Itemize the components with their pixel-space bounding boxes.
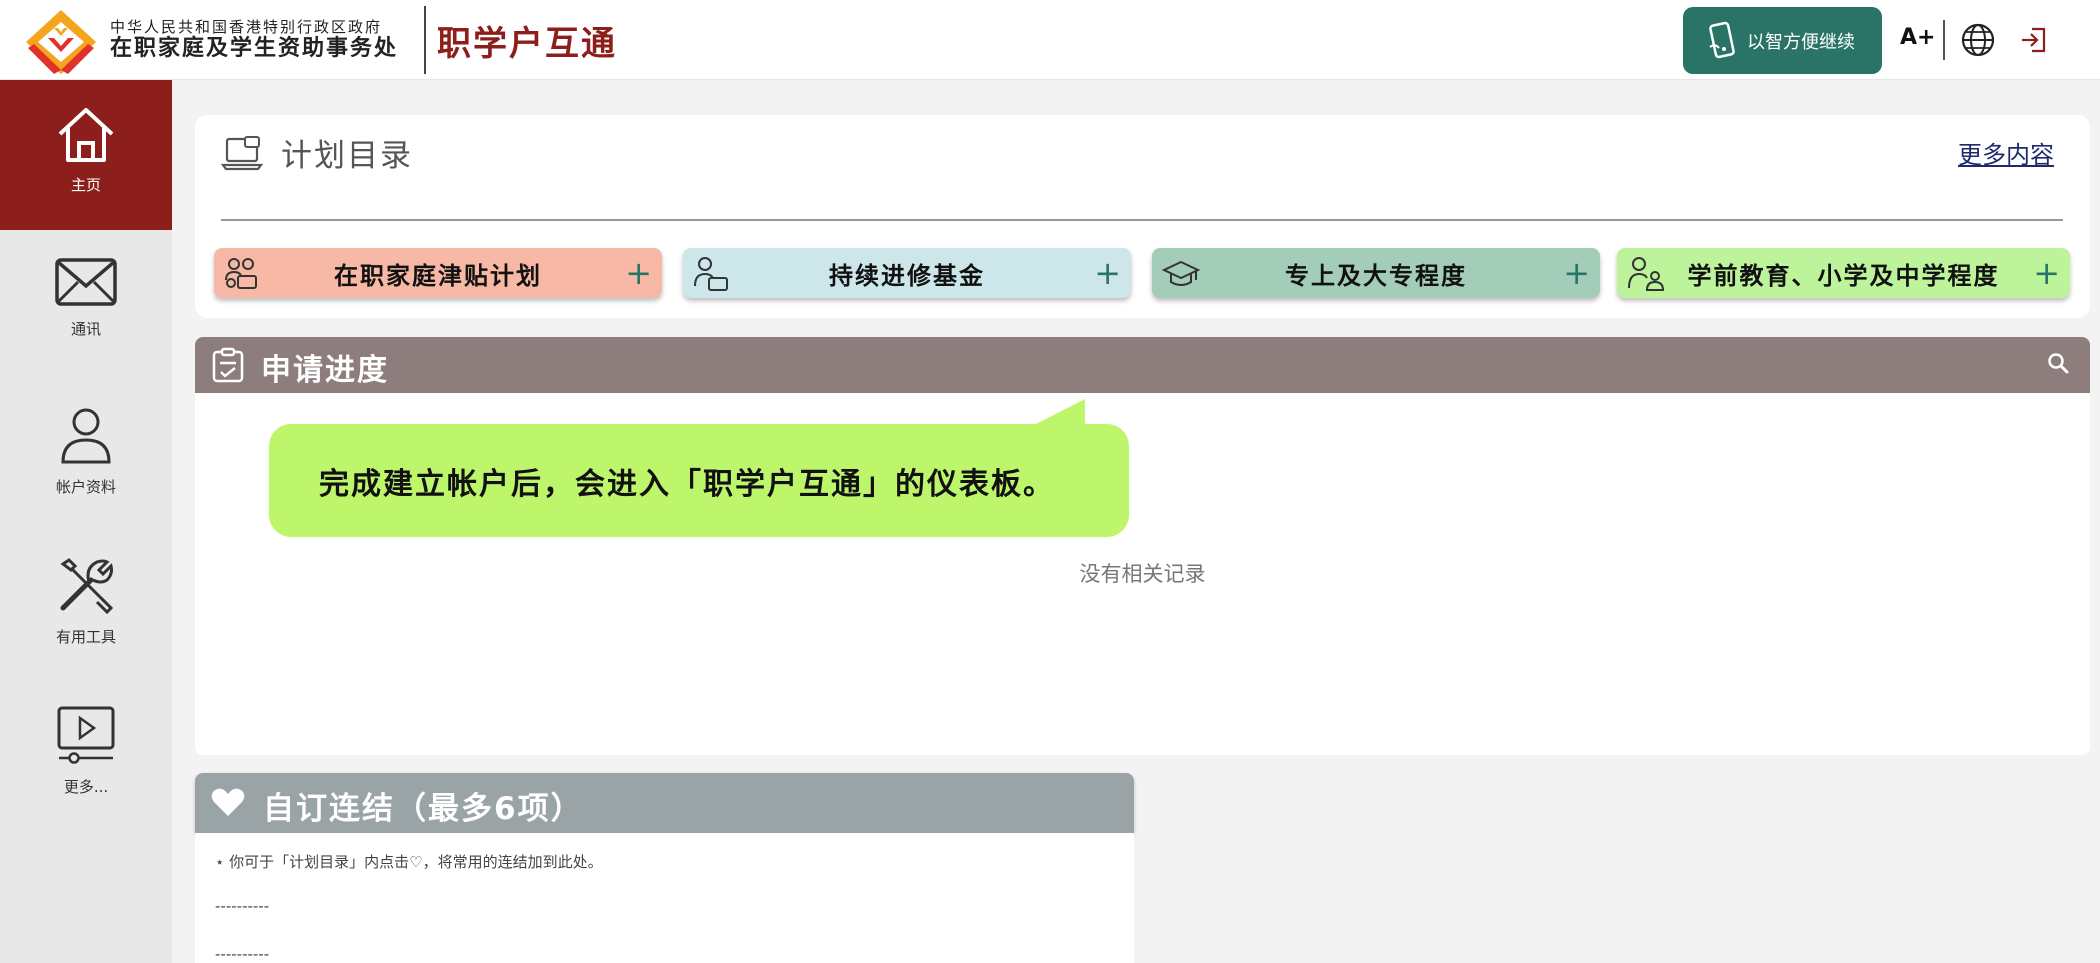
tools-icon — [60, 558, 114, 615]
sidebar-item-messages[interactable]: 通讯 — [0, 230, 172, 380]
custom-links-hint: ⋆ 你可于「计划目录」内点击♡，将常用的连结加到此处。 — [215, 853, 603, 871]
section-divider — [221, 219, 2063, 221]
more-content-link[interactable]: 更多内容 — [1958, 135, 2054, 170]
wfsfaa-logo — [26, 10, 96, 74]
add-program-icon[interactable]: + — [2033, 254, 2060, 292]
program-directory-card: 计划目录 更多内容 在职家庭津贴计划 + 持续进修基金 + 专上及大专程度 + — [195, 115, 2090, 318]
organization-name: 中华人民共和国香港特别行政区政府 在职家庭及学生资助事务处 — [110, 18, 398, 62]
sidebar: 主页 通讯 帐户资料 有用工具 更多... — [0, 80, 172, 963]
application-progress-header: 申请进度 — [195, 337, 2090, 393]
dashboard-callout: 完成建立帐户后，会进入「职学户互通」的仪表板。 — [269, 424, 1129, 537]
custom-link-slot: ---------- — [215, 897, 270, 915]
program-directory-title: 计划目录 — [281, 138, 413, 174]
iam-smart-label: 以智方便继续 — [1747, 31, 1855, 53]
sidebar-item-home[interactable]: 主页 — [0, 80, 172, 230]
font-size-button[interactable]: A+ — [1900, 25, 1935, 50]
custom-link-slot: ---------- — [215, 945, 270, 963]
sidebar-item-label: 更多... — [63, 778, 109, 796]
custom-links-header: 自订连结（最多6项） — [195, 773, 1134, 833]
add-program-icon[interactable]: + — [625, 254, 652, 292]
graduation-cap-icon — [1162, 260, 1200, 286]
brand-title: 职学户互通 — [437, 24, 617, 64]
custom-links-title: 自订连结（最多6项） — [263, 791, 584, 827]
sidebar-item-more[interactable]: 更多... — [0, 680, 172, 830]
search-icon[interactable] — [2046, 351, 2070, 375]
logout-icon[interactable] — [2018, 24, 2050, 56]
program-button-tertiary[interactable]: 专上及大专程度 + — [1152, 248, 1600, 298]
top-header: 中华人民共和国香港特别行政区政府 在职家庭及学生资助事务处 职学户互通 以智方便… — [0, 0, 2100, 80]
program-button-wfa[interactable]: 在职家庭津贴计划 + — [214, 248, 662, 298]
add-program-icon[interactable]: + — [1094, 254, 1121, 292]
sidebar-item-account[interactable]: 帐户资料 — [0, 380, 172, 530]
program-button-cef[interactable]: 持续进修基金 + — [683, 248, 1131, 298]
learner-icon — [694, 257, 728, 291]
family-icon — [225, 258, 257, 289]
sidebar-item-label: 有用工具 — [55, 628, 116, 646]
application-progress-title: 申请进度 — [261, 353, 389, 388]
no-records-text: 没有相关记录 — [1079, 562, 1206, 586]
callout-pointer — [1030, 399, 1085, 427]
program-label: 持续进修基金 — [829, 261, 985, 290]
globe-icon[interactable] — [1960, 22, 1996, 58]
iam-smart-continue-button[interactable]: 以智方便继续 — [1683, 7, 1882, 74]
program-label: 在职家庭津贴计划 — [334, 261, 542, 290]
home-icon — [58, 108, 114, 162]
heart-icon — [211, 788, 245, 816]
brand-divider — [424, 6, 426, 74]
government-name: 中华人民共和国香港特别行政区政府 — [110, 18, 383, 36]
program-label: 专上及大专程度 — [1285, 261, 1467, 290]
smartphone-icon — [1709, 21, 1735, 58]
user-icon — [61, 408, 111, 464]
program-label: 学前教育、小学及中学程度 — [1687, 261, 2000, 290]
program-button-school[interactable]: 学前教育、小学及中学程度 + — [1617, 248, 2070, 298]
clipboard-icon — [212, 347, 244, 383]
sidebar-item-label: 帐户资料 — [55, 478, 116, 496]
add-program-icon[interactable]: + — [1563, 254, 1590, 292]
laptop-icon — [221, 136, 263, 171]
custom-links-body: ⋆ 你可于「计划目录」内点击♡，将常用的连结加到此处。 ---------- -… — [195, 833, 1134, 963]
sidebar-item-label: 通讯 — [70, 320, 101, 338]
sidebar-item-label: 主页 — [70, 176, 101, 194]
video-icon — [57, 706, 115, 764]
header-divider — [1943, 20, 1945, 60]
sidebar-item-tools[interactable]: 有用工具 — [0, 530, 172, 680]
mail-icon — [55, 258, 117, 306]
parent-child-icon — [1628, 257, 1665, 291]
agency-name: 在职家庭及学生资助事务处 — [110, 36, 399, 61]
